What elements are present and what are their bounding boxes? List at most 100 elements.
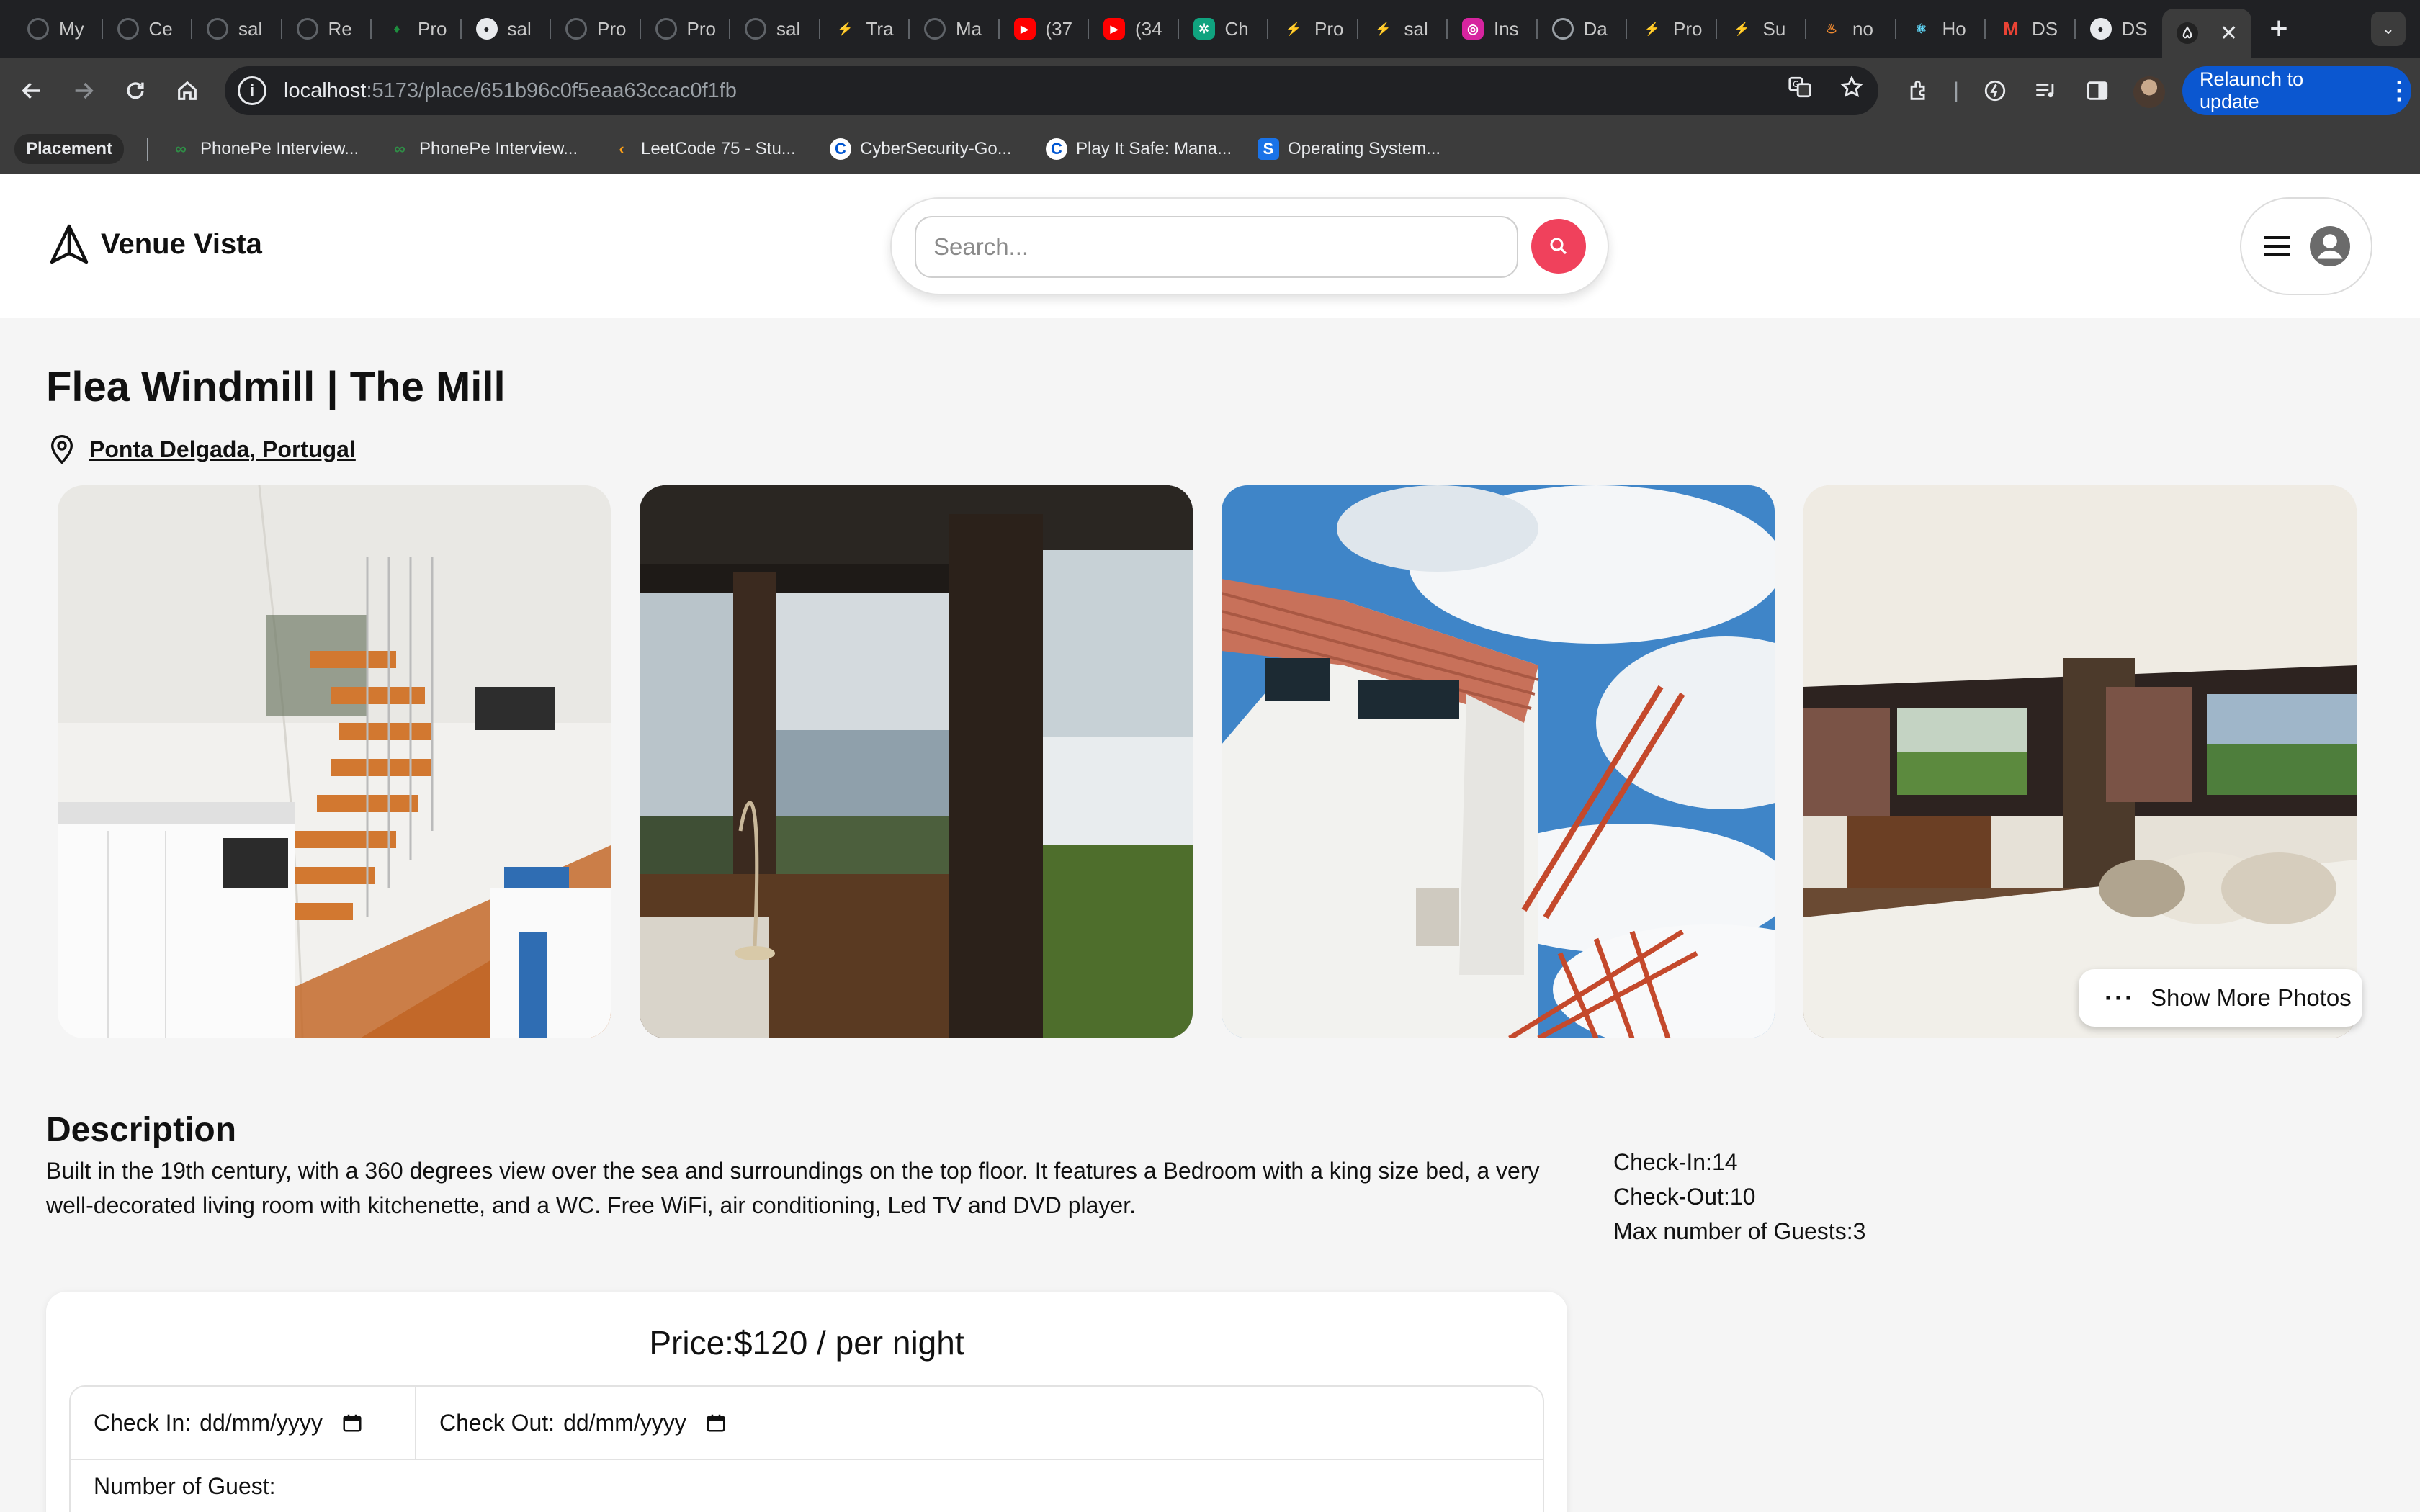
react-icon: ⚛ [1915, 21, 1927, 36]
browser-tab[interactable]: ♦ Pro [372, 9, 462, 49]
brand[interactable]: Venue Vista [49, 223, 262, 265]
gfg-icon: ∞ [175, 140, 187, 158]
browser-tab[interactable]: ● DS [2076, 9, 2165, 49]
map-pin-icon [50, 435, 73, 464]
browser-tab[interactable]: ✲ Ch [1179, 9, 1268, 49]
kebab-menu-icon[interactable]: ⋮ [2387, 76, 2411, 105]
page: Venue Vista Flea Windmill | The Mill Pon… [0, 174, 2420, 1512]
guests-label: Number of Guest: [94, 1473, 276, 1499]
tab-search-button[interactable]: ⌄ [2371, 12, 2406, 46]
bookmark-star-icon[interactable] [1839, 75, 1864, 105]
user-menu-button[interactable] [2240, 197, 2372, 295]
browser-tab[interactable]: ♨ no [1806, 9, 1896, 49]
user-avatar-icon [2310, 226, 2350, 266]
reload-button[interactable] [114, 69, 157, 112]
bookmark-folder-placement[interactable]: Placement [14, 134, 125, 164]
browser-tab[interactable]: ● sal [462, 9, 551, 49]
bookmark-item[interactable]: ‹ LeetCode 75 - Stu... [611, 134, 795, 164]
browser-tab[interactable]: Da [1538, 9, 1627, 49]
bookmark-item[interactable]: ∞ PhonePe Interview... [389, 134, 578, 164]
youtube-icon: ▶ [1103, 18, 1125, 40]
browser-tab[interactable]: Re [282, 9, 372, 49]
divider-icon: | [1953, 78, 1959, 102]
description-text: Built in the 19th century, with a 360 de… [46, 1158, 1540, 1218]
browser-tab[interactable]: ⚡ Pro [1627, 9, 1717, 49]
price-label: Price:$120 / per night [649, 1324, 964, 1362]
profile-avatar[interactable] [2133, 76, 2165, 108]
tab-title: Pro [1314, 17, 1344, 40]
photo-kitchen-stairs[interactable] [58, 485, 611, 1038]
github-icon: ● [2089, 18, 2112, 40]
close-tab-icon[interactable]: ✕ [2220, 21, 2238, 46]
photo-windmill-exterior[interactable] [1222, 485, 1775, 1038]
check-out-field[interactable]: Check Out: dd/mm/yyyy [416, 1387, 727, 1459]
browser-tab[interactable]: Ce [103, 9, 192, 49]
browser-tab[interactable]: sal [730, 9, 820, 49]
bookmark-item[interactable]: C CyberSecurity-Go... [830, 134, 1012, 164]
show-more-label: Show More Photos [2150, 984, 2352, 1011]
flame-icon: ♨ [1825, 21, 1838, 36]
tab-title: DS [2032, 17, 2058, 40]
search-button[interactable] [1531, 219, 1586, 274]
browser-tab[interactable]: ⚛ Ho [1896, 9, 1986, 49]
leaf-icon: ♦ [393, 21, 400, 36]
circle-icon [565, 18, 587, 40]
extensions-icon[interactable] [1897, 69, 1940, 112]
browser-tab[interactable]: ▶ (37 [1000, 9, 1089, 49]
search-input[interactable] [915, 216, 1518, 278]
divider [71, 1459, 1543, 1460]
browser-tab[interactable]: Pro [641, 9, 730, 49]
search-icon [1550, 238, 1567, 255]
bolt-icon: ⚡ [1375, 21, 1392, 36]
new-tab-button[interactable]: + [2259, 9, 2299, 49]
coursera-icon: C [830, 138, 851, 160]
place-title: Flea Windmill | The Mill [46, 364, 506, 410]
site-info-icon[interactable]: i [238, 76, 266, 105]
browser-tab[interactable]: Pro [551, 9, 641, 49]
browser-tab[interactable]: ⚡ Pro [1268, 9, 1358, 49]
browser-tab[interactable]: ◎ Ins [1448, 9, 1538, 49]
place-location: Ponta Delgada, Portugal [48, 433, 356, 465]
media-control-icon[interactable] [2024, 69, 2067, 112]
browser-tab[interactable]: ▶ (34 [1089, 9, 1179, 49]
browser-tab[interactable]: My [13, 9, 103, 49]
calendar-icon[interactable] [341, 1412, 363, 1434]
browser-tab[interactable]: ⚡ Su [1717, 9, 1806, 49]
back-button[interactable] [10, 69, 53, 112]
browser-tab[interactable]: sal [192, 9, 282, 49]
active-tab[interactable]: ✕ [2162, 9, 2251, 58]
browser-tab[interactable]: M DS [1986, 9, 2076, 49]
booking-widget: Price:$120 / per night Check In: dd/mm/y… [46, 1292, 1567, 1512]
browser-tab[interactable]: Ma [910, 9, 1000, 49]
photo-window-sea-view[interactable] [640, 485, 1193, 1038]
location-link[interactable]: Ponta Delgada, Portugal [89, 436, 356, 463]
tab-title: no [1852, 17, 1873, 40]
forward-button[interactable] [62, 69, 105, 112]
side-panel-icon[interactable] [2076, 69, 2119, 112]
home-button[interactable] [166, 69, 209, 112]
bookmark-label: PhonePe Interview... [200, 139, 359, 158]
tab-strip: My Ce sal Re ♦ Pro ● sal Pro Pro sal ⚡ Tra Ma ▶ (37 ▶ (34… [0, 0, 2420, 58]
photo-bedroom[interactable] [1803, 485, 2357, 1038]
brand-logo-icon [50, 224, 89, 264]
show-more-photos-button[interactable]: ··· Show More Photos [2079, 969, 2362, 1027]
browser-tab[interactable]: ⚡ Tra [820, 9, 910, 49]
url-text[interactable]: localhost:5173/place/651b96c0f5eaa63ccac… [284, 79, 737, 103]
check-in-field[interactable]: Check In: dd/mm/yyyy [71, 1387, 416, 1459]
tab-title: Pro [686, 17, 716, 40]
bookmark-item[interactable]: S Operating System... [1258, 134, 1440, 164]
translate-icon[interactable]: G [1788, 75, 1812, 105]
bookmark-separator [147, 138, 148, 161]
bolt-icon: ⚡ [1644, 21, 1661, 36]
relaunch-button[interactable]: Relaunch to update ⋮ [2182, 66, 2411, 115]
tab-title: sal [1404, 17, 1428, 40]
browser-tab[interactable]: ⚡ sal [1358, 9, 1448, 49]
calendar-icon[interactable] [705, 1412, 727, 1434]
dollar-circle-icon [745, 18, 766, 40]
bookmark-item[interactable]: ∞ PhonePe Interview... [170, 134, 359, 164]
address-bar[interactable]: i localhost:5173/place/651b96c0f5eaa63cc… [225, 66, 1878, 115]
tab-title: sal [507, 17, 532, 40]
performance-icon[interactable] [1973, 69, 2017, 112]
tab-title: Pro [1673, 17, 1703, 40]
bookmark-item[interactable]: C Play It Safe: Mana... [1046, 134, 1232, 164]
